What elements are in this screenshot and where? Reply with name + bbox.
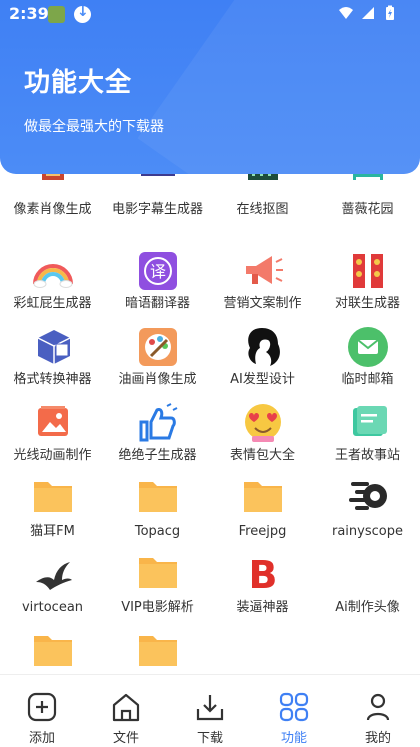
feature-item[interactable]: Ai制作头像 [315,550,420,626]
feature-item[interactable]: 临时邮箱 [315,322,420,398]
pixel-art-icon [41,174,64,180]
status-time: 2:39 [9,4,49,23]
feature-item[interactable]: 电影字幕生成器 [105,174,210,244]
folder-icon [243,482,282,512]
feature-item[interactable]: 油画肖像生成 [105,322,210,398]
feature-item[interactable]: rainyscope [315,474,420,550]
bottom-nav: 添加 文件 下载 功能 我的 [0,674,420,747]
megaphone-icon [245,256,283,284]
header: 2:39 功能大全 做最全最强大的下载器 [0,0,420,174]
folder-icon [138,636,177,666]
nav-download-label: 下载 [196,731,223,746]
rainyscope-logo-icon [348,482,387,510]
mail-icon [347,327,388,367]
wifi-icon [339,7,353,19]
feature-item[interactable]: 光线动画制作 [0,398,105,474]
folder-icon [138,558,177,588]
download-notification-icon [74,4,91,23]
nav-profile[interactable]: 我的 [336,675,420,747]
heart-eyes-emoji-icon [244,404,281,442]
thumbs-up-icon [139,403,177,442]
nav-add-label: 添加 [28,731,55,746]
feature-item[interactable]: 在线抠图 [210,174,315,244]
film-subtitle-icon [140,174,175,176]
nav-features-label: 功能 [280,731,307,746]
nav-files[interactable]: 文件 [84,675,168,747]
translate-icon: 译 [138,252,177,290]
book-icon [352,406,387,436]
status-bar: 2:39 [0,0,420,28]
hairstyle-icon [247,328,280,366]
svg-text:B: B [248,553,277,594]
feature-item[interactable]: 彩虹屁生成器 [0,244,105,322]
battery-icon [386,5,394,20]
app-notification-icon [48,6,65,23]
download-icon [196,695,224,721]
bird-logo-icon [35,562,72,590]
folder-icon [33,482,72,512]
garden-fence-icon [352,174,383,180]
nav-features[interactable]: 功能 [252,675,336,747]
feature-item[interactable]: virtocean [0,550,105,626]
letter-b-icon: B [248,553,277,594]
feature-item[interactable]: VIP电影解析 [105,550,210,626]
feature-item[interactable]: B 装逼神器 [210,550,315,626]
palette-icon [138,328,177,366]
couplet-icon [352,254,383,288]
rainbow-icon [32,264,73,288]
signal-icon [362,7,374,19]
feature-item[interactable]: 营销文案制作 [210,244,315,322]
light-image-icon [37,406,68,436]
feature-item[interactable]: 绝绝子生成器 [105,398,210,474]
nav-download[interactable]: 下载 [168,675,252,747]
folder-icon [138,482,177,512]
feature-item[interactable] [105,626,210,674]
grid-icon [279,692,309,722]
page-title: 功能大全 [24,68,133,98]
feature-item[interactable]: 猫耳FM [0,474,105,550]
home-icon [112,693,140,722]
feature-item[interactable]: 蔷薇花园 [315,174,420,244]
feature-item[interactable]: 王者故事站 [315,398,420,474]
nav-add[interactable]: 添加 [0,675,84,747]
feature-item[interactable]: 对联生成器 [315,244,420,322]
feature-item[interactable]: Freejpg [210,474,315,550]
page-subtitle: 做最全最强大的下载器 [24,119,164,135]
svg-text:译: 译 [149,262,165,281]
folder-icon [33,636,72,666]
feature-item[interactable]: 表情包大全 [210,398,315,474]
status-indicators [338,5,398,21]
feature-item[interactable]: 像素肖像生成 [0,174,105,244]
cutout-icon [247,174,278,180]
feature-item[interactable]: AI发型设计 [210,322,315,398]
cube-convert-icon [37,330,70,364]
person-icon [366,693,390,721]
nav-files-label: 文件 [112,731,139,746]
feature-item[interactable]: 译 暗语翻译器 [105,244,210,322]
feature-grid: 像素肖像生成 电影字幕生成器 在线抠图 蔷薇花园 彩虹屁生成器 译 暗语翻译器 … [0,174,420,674]
feature-item[interactable]: Topacg [105,474,210,550]
feature-item[interactable]: 格式转换神器 [0,322,105,398]
feature-item[interactable] [0,626,105,674]
add-icon [27,692,57,722]
nav-profile-label: 我的 [364,731,391,746]
